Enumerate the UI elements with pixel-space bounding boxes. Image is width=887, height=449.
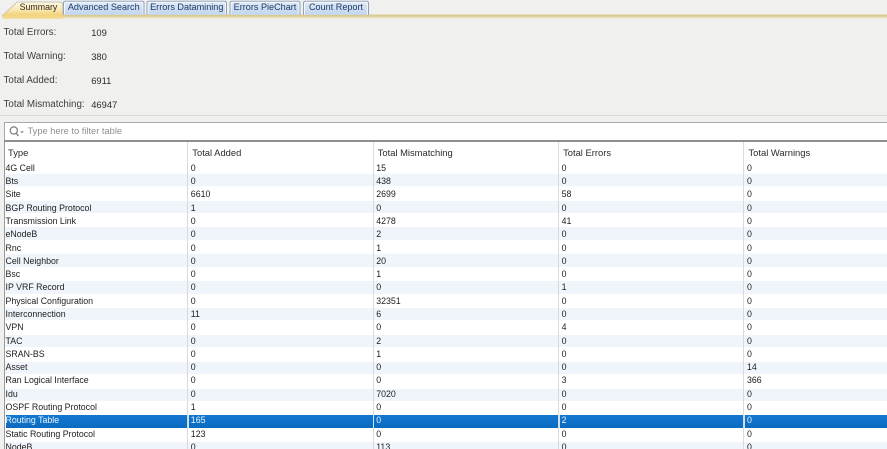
svg-text:Count Report: Count Report — [309, 2, 364, 12]
svg-text:Advanced Search: Advanced Search — [68, 2, 140, 12]
svg-text:Errors Datamining: Errors Datamining — [150, 2, 223, 12]
svg-text:Summary: Summary — [20, 2, 58, 12]
svg-text:Errors PieChart: Errors PieChart — [234, 2, 297, 12]
